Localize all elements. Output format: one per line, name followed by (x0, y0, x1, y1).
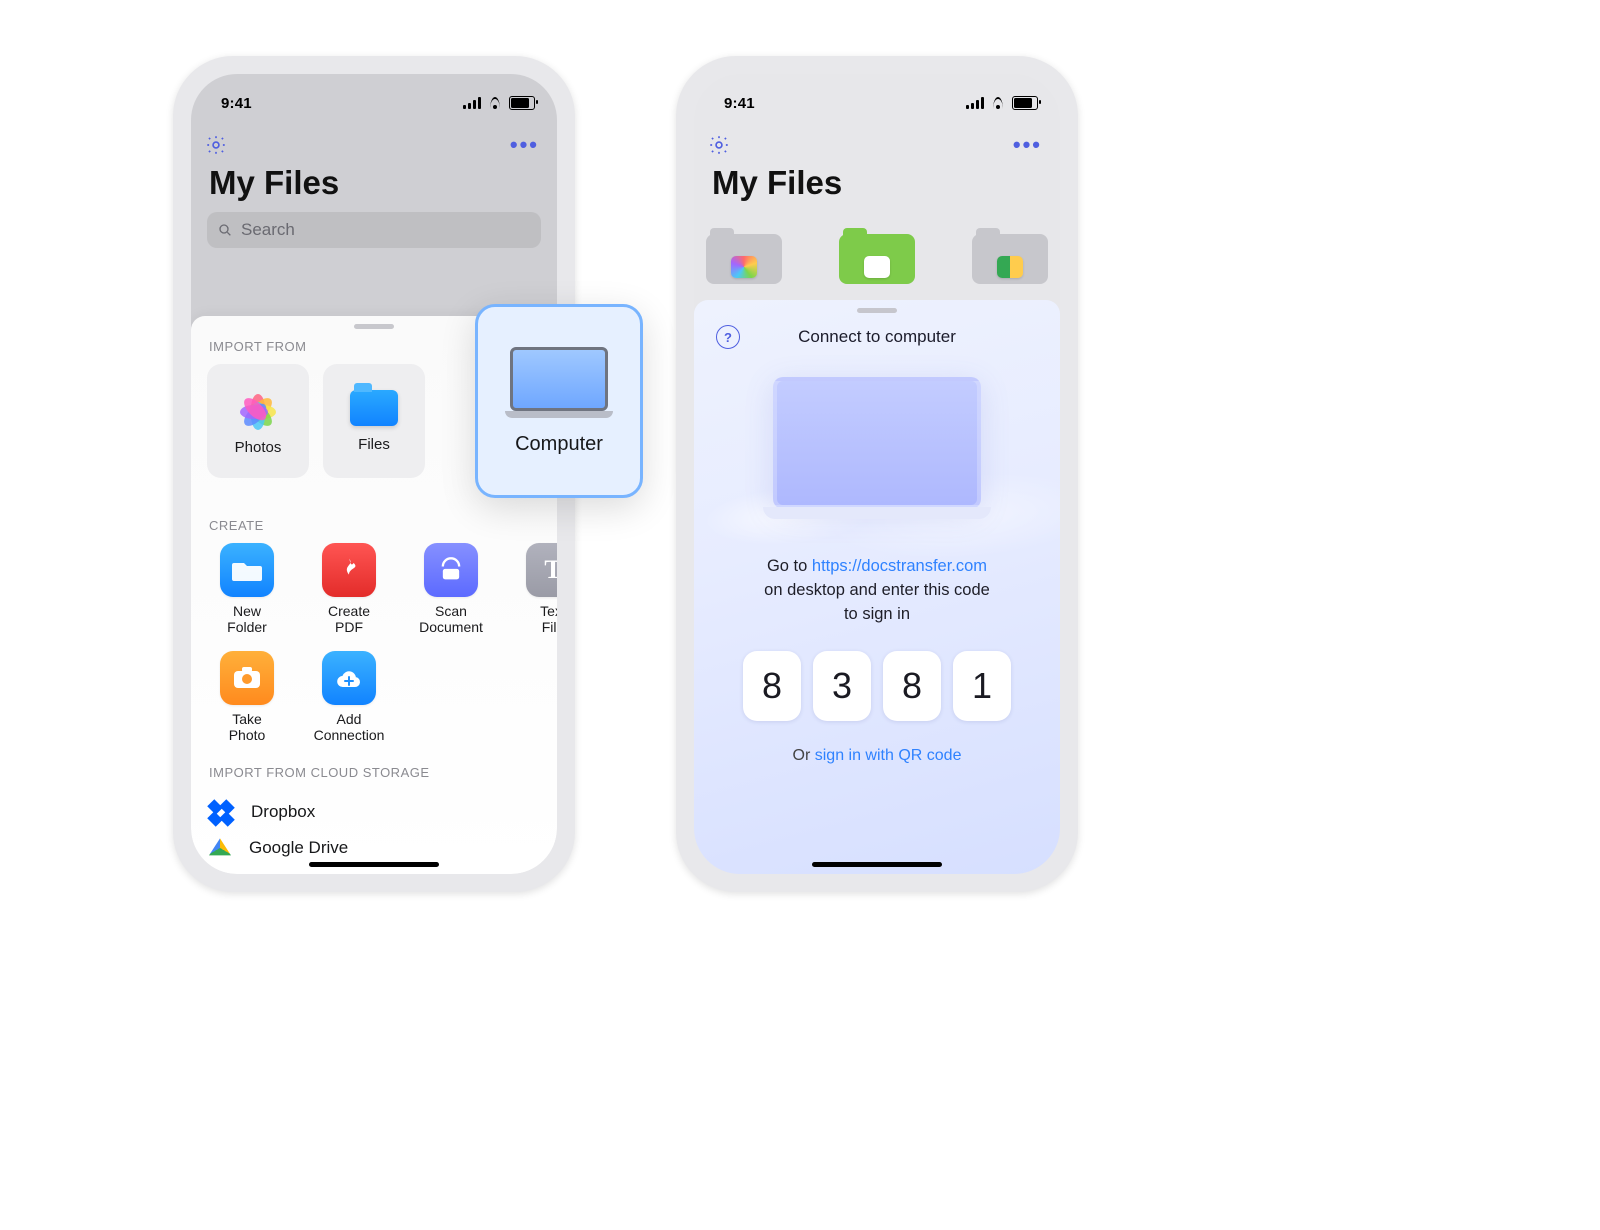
new-folder-icon (220, 543, 274, 597)
status-icons (463, 96, 535, 110)
create-take-photo-label: Take Photo (207, 711, 287, 743)
nav-bar: ••• (191, 124, 557, 158)
laptop-illustration (773, 377, 981, 509)
take-photo-icon (220, 651, 274, 705)
create-pdf-label: Create PDF (309, 603, 389, 635)
create-pdf-icon (322, 543, 376, 597)
code-digit: 1 (953, 651, 1011, 721)
settings-button[interactable] (205, 134, 227, 156)
create-text-file-label: Text File (513, 603, 557, 635)
alt-signin: Or sign in with QR code (694, 747, 1060, 765)
page-title: My Files (191, 158, 557, 212)
folder-item[interactable] (972, 234, 1048, 284)
sheet-grabber[interactable] (354, 324, 394, 329)
text-file-icon: T (526, 543, 557, 597)
battery-icon (1012, 96, 1038, 110)
status-time: 9:41 (724, 95, 755, 112)
status-time: 9:41 (221, 95, 252, 112)
create-scan-document[interactable]: Scan Document (411, 543, 491, 635)
create-take-photo[interactable]: Take Photo (207, 651, 287, 743)
battery-icon (509, 96, 535, 110)
folder-item[interactable] (839, 234, 915, 284)
folder-item[interactable] (706, 234, 782, 284)
import-files-card[interactable]: Files (323, 364, 425, 478)
section-cloud-label: IMPORT FROM CLOUD STORAGE (209, 765, 541, 780)
more-button[interactable]: ••• (1013, 132, 1042, 158)
create-add-connection-label: Add Connection (309, 711, 389, 743)
connect-title: Connect to computer (798, 327, 956, 347)
create-pdf[interactable]: Create PDF (309, 543, 389, 635)
import-photos-card[interactable]: Photos (207, 364, 309, 478)
create-text-file[interactable]: T Text File (513, 543, 557, 635)
code-digit: 8 (743, 651, 801, 721)
cloud-gdrive-label: Google Drive (249, 838, 348, 858)
nav-bar: ••• (694, 124, 1060, 158)
photos-icon (237, 387, 279, 429)
status-icons (966, 96, 1038, 110)
google-drive-icon (209, 838, 231, 858)
code-digit: 3 (813, 651, 871, 721)
device-frame-right: 9:41 ••• My Files (676, 56, 1078, 892)
connect-sheet: ? Connect to computer Go to https://docs… (694, 300, 1060, 874)
import-files-label: Files (358, 436, 390, 453)
page-title: My Files (694, 158, 1060, 212)
search-input[interactable]: Search (207, 212, 541, 248)
transfer-url-link[interactable]: https://docstransfer.com (812, 557, 987, 575)
screen: 9:41 ••• My Files (694, 74, 1060, 874)
code-digit: 8 (883, 651, 941, 721)
search-icon (217, 222, 233, 238)
settings-button[interactable] (708, 134, 730, 156)
create-new-folder-label: New Folder (207, 603, 287, 635)
cellular-icon (966, 97, 984, 109)
import-computer-label: Computer (515, 433, 603, 456)
more-button[interactable]: ••• (510, 132, 539, 158)
cloud-dropbox-label: Dropbox (251, 802, 315, 822)
cloud-dropbox-row[interactable]: Dropbox (207, 790, 541, 834)
search-placeholder-text: Search (241, 220, 295, 240)
add-connection-icon (322, 651, 376, 705)
computer-icon (510, 347, 608, 411)
connect-instructions: Go to https://docstransfer.com on deskto… (720, 555, 1034, 627)
import-photos-label: Photos (235, 439, 282, 456)
section-create-label: CREATE (209, 518, 541, 533)
status-bar: 9:41 (191, 74, 557, 124)
home-indicator[interactable] (309, 862, 439, 867)
folder-strip (706, 234, 1048, 284)
dropbox-icon (209, 802, 233, 822)
home-indicator[interactable] (812, 862, 942, 867)
sheet-grabber[interactable] (857, 308, 897, 313)
scan-document-icon (424, 543, 478, 597)
create-new-folder[interactable]: New Folder (207, 543, 287, 635)
import-computer-card[interactable]: Computer (475, 304, 643, 498)
create-scan-document-label: Scan Document (411, 603, 491, 635)
help-button[interactable]: ? (716, 325, 740, 349)
device-frame-left: 9:41 ••• My Files Search (173, 56, 575, 892)
status-bar: 9:41 (694, 74, 1060, 124)
files-icon (350, 390, 398, 426)
wifi-icon (487, 97, 503, 109)
qr-signin-link[interactable]: sign in with QR code (815, 747, 962, 764)
create-add-connection[interactable]: Add Connection (309, 651, 389, 743)
wifi-icon (990, 97, 1006, 109)
pairing-code: 8 3 8 1 (694, 651, 1060, 721)
cellular-icon (463, 97, 481, 109)
